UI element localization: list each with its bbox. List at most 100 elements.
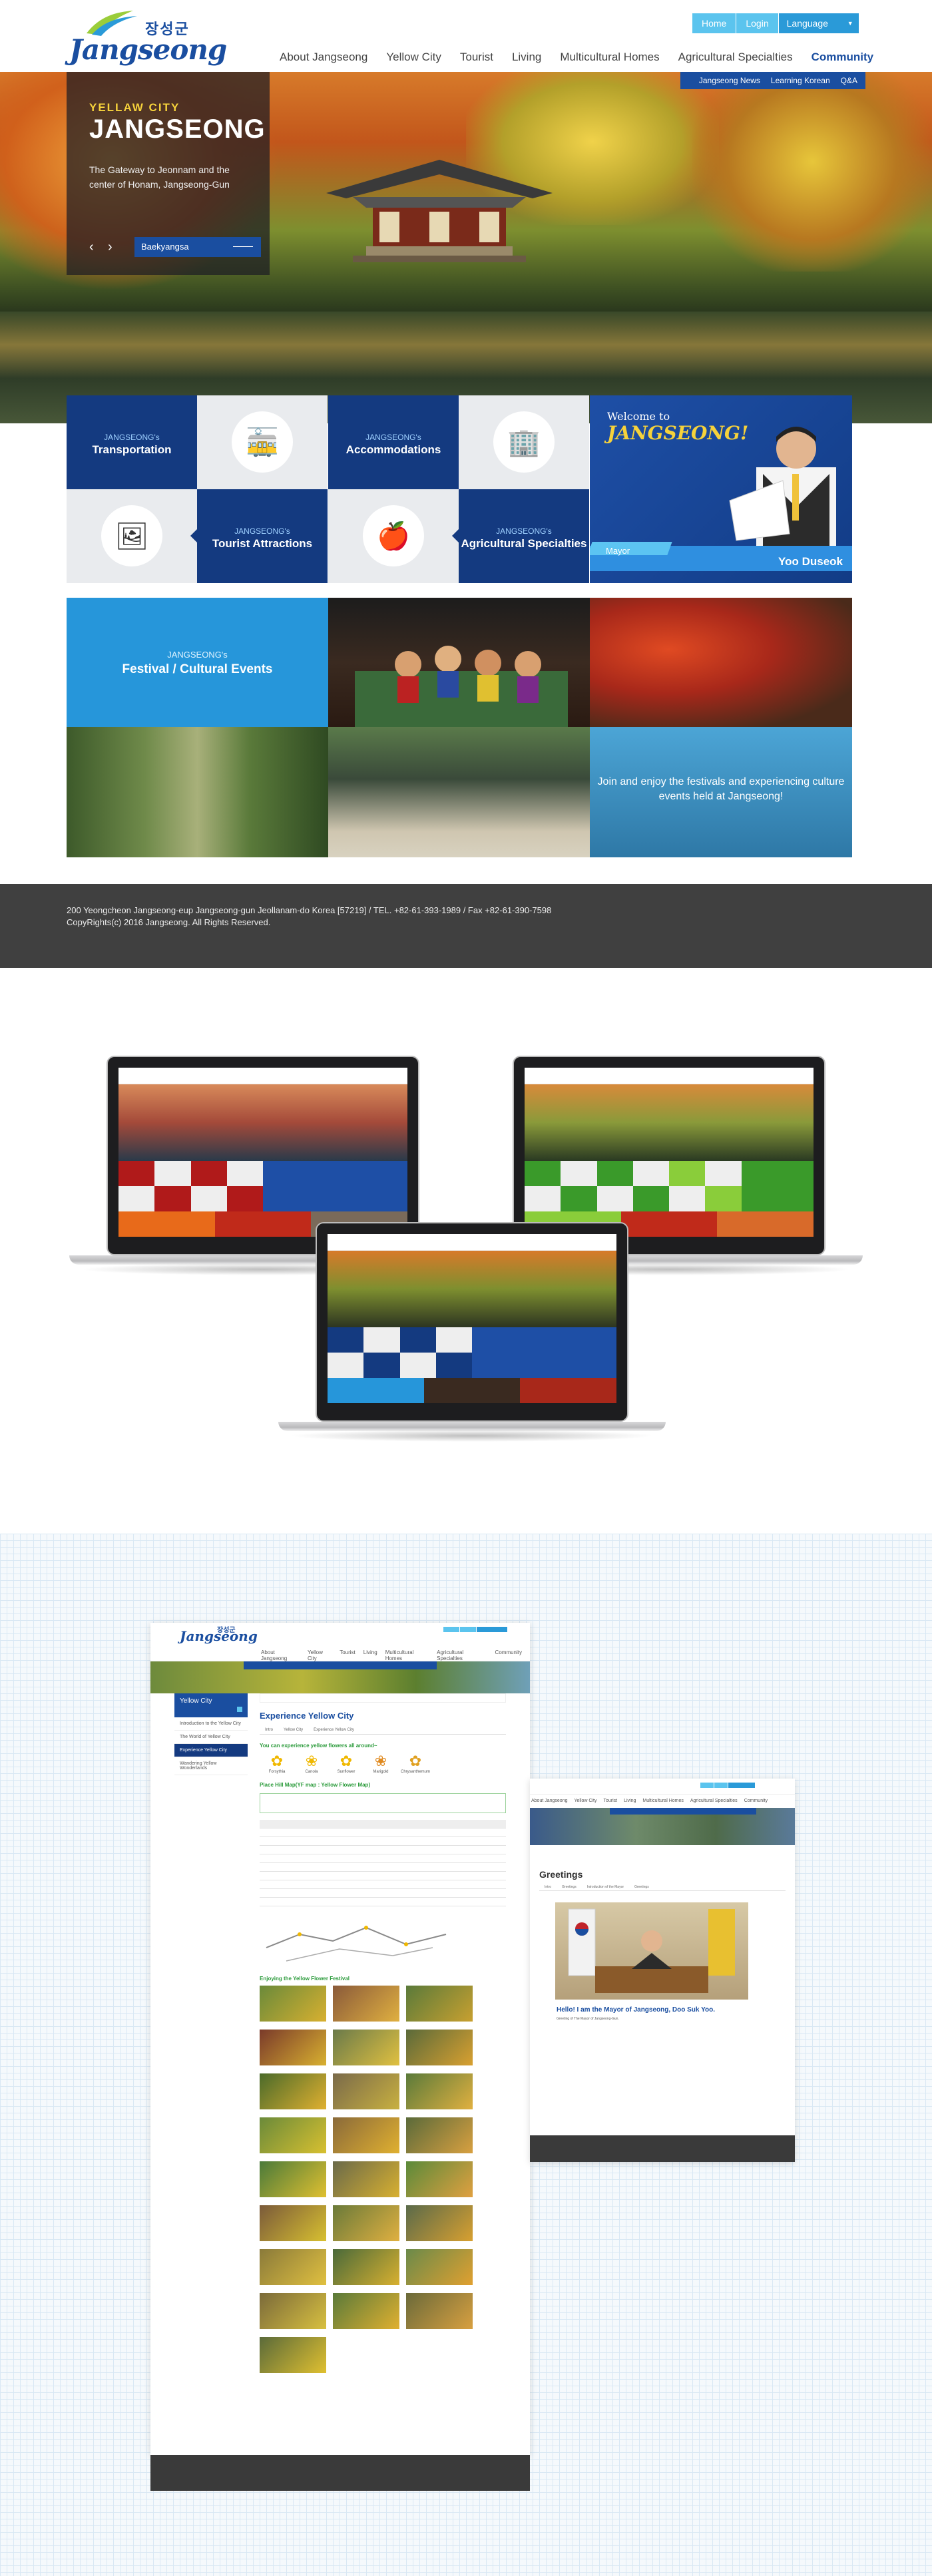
side-menu: Yellow City Introduction to the Yellow C…	[174, 1693, 248, 1775]
nav-tourist[interactable]: Tourist	[460, 51, 493, 64]
gallery-photo[interactable]	[333, 2293, 399, 2329]
device-showcase	[0, 968, 932, 1534]
gallery-photo[interactable]	[406, 2249, 473, 2285]
gallery-photo[interactable]	[260, 2205, 326, 2241]
side-menu-item[interactable]: Wandering Yellow Wonderlands	[174, 1757, 248, 1775]
nav-about[interactable]: About Jangseong	[280, 51, 367, 64]
gallery-photo[interactable]	[406, 2205, 473, 2241]
table-row	[260, 1828, 506, 1837]
nav-item[interactable]: Living	[363, 1649, 377, 1661]
gallery-photo[interactable]	[260, 2030, 326, 2065]
nav-item[interactable]: Multicultural Homes	[385, 1649, 429, 1661]
festival-banner[interactable]: JANGSEONG's Festival / Cultural Events	[67, 598, 328, 727]
nav-item[interactable]: Tourist	[340, 1649, 355, 1661]
gallery-photo[interactable]	[406, 2030, 473, 2065]
section-heading: Place Hill Map(YF map : Yellow Flower Ma…	[260, 1782, 371, 1788]
language-select[interactable]	[477, 1627, 507, 1632]
subnav-korean[interactable]: Learning Korean	[771, 72, 830, 89]
table-row	[260, 1880, 506, 1889]
gallery-photo[interactable]	[406, 2073, 473, 2109]
login-button[interactable]	[460, 1627, 476, 1632]
gallery-photo[interactable]	[406, 2161, 473, 2197]
gallery-photo[interactable]	[333, 2161, 399, 2197]
nav-item[interactable]: Yellow City	[575, 1799, 597, 1803]
subnav-qna[interactable]: Q&A	[841, 72, 857, 89]
gallery-photo[interactable]	[406, 2293, 473, 2329]
quick-transportation[interactable]: JANGSEONG's Transportation	[67, 395, 204, 489]
quick-icon-cell[interactable]: 🍎	[328, 489, 459, 583]
tab-experience[interactable]: Experience Yellow City	[308, 1726, 359, 1734]
table-row	[260, 1837, 506, 1846]
flower-item: ❀ Marigold	[363, 1753, 398, 1774]
nav-item[interactable]: Community	[495, 1649, 522, 1661]
gallery-photo[interactable]	[260, 1986, 326, 2022]
mayor-label: Mayor	[606, 546, 630, 556]
gallery-photo[interactable]	[260, 2161, 326, 2197]
tab-item[interactable]: Intro	[539, 1884, 557, 1890]
quick-agricultural-specialties[interactable]: JANGSEONG's Agricultural Specialties	[452, 489, 589, 583]
gallery-photo[interactable]	[406, 2117, 473, 2153]
nav-item[interactable]: Multicultural Homes	[642, 1799, 683, 1803]
side-menu-item[interactable]: Introduction to the Yellow City	[174, 1717, 248, 1731]
gallery-photo[interactable]	[406, 1986, 473, 2022]
picture-icon: 🖼	[101, 505, 162, 566]
hero-title: JANGSEONG	[89, 114, 266, 144]
nav-item[interactable]: Living	[624, 1799, 636, 1803]
gallery-photo[interactable]	[260, 2293, 326, 2329]
page-title: Greetings	[539, 1869, 583, 1880]
login-button[interactable]: Login	[736, 13, 778, 33]
quick-icon-cell[interactable]: 🖼	[67, 489, 197, 583]
nav-item[interactable]: Community	[744, 1799, 768, 1803]
gallery-photo[interactable]	[333, 2073, 399, 2109]
home-button[interactable]: Home	[692, 13, 736, 33]
flower-icon: ✿	[270, 1753, 284, 1769]
nav-item[interactable]: Yellow City	[308, 1649, 332, 1661]
quick-tourist-attractions[interactable]: JANGSEONG's Tourist Attractions	[190, 489, 328, 583]
join-festival-banner[interactable]: Join and enjoy the festivals and experie…	[590, 727, 852, 857]
mayor-banner[interactable]: Welcome to JANGSEONG! Mayor Yoo Duseok	[590, 395, 852, 583]
nav-living[interactable]: Living	[512, 51, 541, 64]
gallery-photo[interactable]	[333, 1986, 399, 2022]
language-select[interactable]	[728, 1783, 755, 1788]
subnav-news[interactable]: Jangseong News	[699, 72, 760, 89]
home-button[interactable]	[700, 1783, 714, 1788]
nav-item[interactable]: Agricultural Specialties	[690, 1799, 738, 1803]
prev-arrow-icon[interactable]: ‹	[89, 240, 108, 255]
nav-item[interactable]: Agricultural Specialties	[437, 1649, 487, 1661]
nav-item[interactable]: About Jangseong	[261, 1649, 300, 1661]
tab-item[interactable]: Greetings	[557, 1884, 582, 1890]
quick-icon-cell[interactable]: 🚋	[197, 395, 328, 489]
gallery-photo[interactable]	[333, 2117, 399, 2153]
gallery-photo[interactable]	[333, 2030, 399, 2065]
nav-item[interactable]: About Jangseong	[531, 1799, 568, 1803]
tab-intro[interactable]: Intro	[260, 1726, 278, 1734]
side-menu-item-active[interactable]: Experience Yellow City	[174, 1744, 248, 1757]
nav-agricultural[interactable]: Agricultural Specialties	[678, 51, 793, 64]
subpage-logo[interactable]: Jangseong	[180, 1628, 258, 1644]
quick-accommodations[interactable]: JANGSEONG's Accommodations	[328, 395, 465, 489]
gallery-photo[interactable]	[260, 2073, 326, 2109]
gallery-photo[interactable]	[260, 2117, 326, 2153]
tab-item[interactable]: Introduction of the Mayor	[582, 1884, 629, 1890]
gallery-photo[interactable]	[333, 2249, 399, 2285]
nav-multicultural[interactable]: Multicultural Homes	[560, 51, 659, 64]
puppet-illustration	[355, 646, 568, 727]
gallery-photo[interactable]	[333, 2205, 399, 2241]
location-link[interactable]: Baekyangsa	[134, 237, 261, 257]
nav-community[interactable]: Community	[812, 51, 874, 64]
language-select[interactable]: Language	[778, 13, 859, 33]
home-button[interactable]	[443, 1627, 459, 1632]
site-logo[interactable]: 장성군 Jangseong	[67, 8, 227, 66]
side-menu-item[interactable]: The World of Yellow City	[174, 1731, 248, 1744]
section-heading: Enjoying the Yellow Flower Festival	[260, 1976, 350, 1982]
nav-item[interactable]: Tourist	[603, 1799, 617, 1803]
nav-yellow-city[interactable]: Yellow City	[386, 51, 441, 64]
gallery-photo[interactable]	[260, 2249, 326, 2285]
quick-icon-cell[interactable]: 🏢	[459, 395, 589, 489]
tab-item[interactable]: Greetings	[629, 1884, 654, 1890]
gallery-photo[interactable]	[260, 2337, 326, 2373]
login-button[interactable]	[714, 1783, 728, 1788]
tab-yellow-city[interactable]: Yellow City	[278, 1726, 308, 1734]
next-arrow-icon[interactable]: ›	[108, 240, 126, 255]
hero-foliage	[692, 72, 932, 272]
